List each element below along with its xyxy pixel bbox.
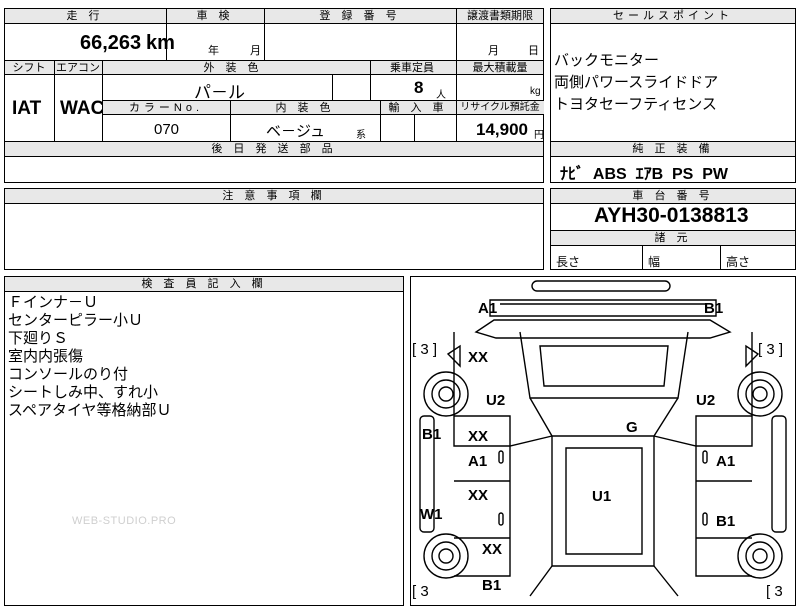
height-label: 高さ (726, 255, 751, 269)
delivery-parts-label: 後 日 発 送 部 品 (211, 143, 337, 155)
transfer-day: 日 (528, 45, 539, 57)
ac-label: エアコン (56, 62, 100, 74)
capacity-label: 乗車定員 (390, 62, 434, 74)
exterior-color-label: 外 装 色 (203, 62, 263, 74)
chassis-header: 車 台 番 号 (550, 188, 796, 204)
count-bracket: [ 3 ] (412, 341, 438, 358)
shift-value: IAT (12, 98, 42, 119)
genuine-equipment-value: ﾅﾋﾞ ABS ｴｱB PS PW (560, 166, 729, 183)
inspector-note: コンソールのり付 (8, 366, 129, 383)
shift-label: シフト (12, 62, 46, 74)
sales-points-list: バックモニター 両側パワースライドドア トヨタセーフティセンス (554, 50, 794, 116)
length-label: 長さ (556, 255, 581, 269)
damage-mark: B1 (482, 577, 502, 594)
damage-mark: A1 (716, 453, 736, 470)
capacity-unit: 人 (436, 90, 446, 101)
inspector-header: 検 査 員 記 入 欄 (4, 276, 404, 292)
capacity-value: 8 (414, 78, 424, 97)
sales-point-item: 両側パワースライドドア (554, 74, 719, 91)
inspector-note: スペアタイヤ等格納部Ｕ (8, 402, 172, 419)
damage-mark: XX (468, 349, 489, 366)
width-label: 幅 (648, 255, 661, 269)
count-bracket: [ 3 (412, 583, 429, 600)
inspector-note: 下廻りＳ (8, 330, 69, 347)
recycle-value: 14,900 (476, 120, 528, 139)
delivery-parts-body (4, 156, 544, 183)
max-load-unit: kg (530, 86, 541, 97)
damage-mark: B1 (704, 300, 724, 317)
damage-mark: W1 (420, 506, 443, 523)
ac-value: WAC (60, 98, 105, 119)
max-load-label: 最大積載量 (472, 62, 528, 74)
inspector-note: 室内内張傷 (8, 348, 84, 365)
inspector-note: センターピラー小Ｕ (8, 312, 144, 329)
inspector-note: Ｆインナ－Ｕ (8, 294, 99, 311)
genuine-equipment-header: 純 正 装 備 (550, 141, 796, 157)
mileage-unit: km (146, 32, 175, 54)
count-bracket: [ 3 ] (758, 341, 784, 358)
mileage-value: 66,263 (80, 32, 142, 54)
sales-points-header: セールスポイント (550, 8, 796, 24)
watermark: WEB-STUDIO.PRO (72, 515, 177, 527)
sales-point-item: バックモニター (554, 52, 660, 69)
inspection-year: 年 (208, 45, 219, 57)
color-no-value: 070 (154, 121, 180, 138)
sales-point-item: トヨタセーフティセンス (554, 96, 717, 113)
damage-mark: B1 (716, 513, 736, 530)
damage-mark: XX (482, 541, 503, 558)
damage-mark: A1 (478, 300, 498, 317)
damage-mark: U2 (486, 392, 506, 409)
transfer-month: 月 (488, 45, 499, 57)
damage-mark: G (626, 419, 638, 436)
dims-header: 諸 元 (550, 230, 796, 246)
import-label: 輸 入 車 (388, 102, 448, 114)
inspection-month: 月 (250, 45, 261, 57)
interior-color-label: 内 装 色 (275, 102, 335, 114)
inspector-notes: Ｆインナ－Ｕ センターピラー小Ｕ 下廻りＳ 室内内張傷 コンソールのり付 シート… (8, 294, 398, 420)
chassis-number: AYH30-0138813 (594, 204, 749, 227)
color-no-label: カラーNo. (128, 102, 204, 114)
damage-mark: XX (468, 487, 489, 504)
vehicle-info-table: 走 行 車 検 登 録 番 号 譲渡書類期限 66,263 km 年 月 月 日… (4, 8, 544, 183)
transfer-label: 譲渡書類期限 (467, 10, 533, 22)
registration-label: 登 録 番 号 (319, 10, 401, 22)
recycle-unit: 円 (534, 130, 544, 141)
recycle-label: リサイクル預託金 (460, 102, 540, 113)
interior-color-value: ベ－ジュ (266, 123, 325, 140)
count-bracket: [ 3 (766, 583, 783, 600)
mileage-label: 走 行 (66, 10, 104, 22)
inspection-label: 車 検 (196, 10, 234, 22)
interior-color-suffix: 系 (356, 130, 366, 141)
damage-mark: XX (468, 428, 489, 445)
damage-mark: U1 (592, 488, 612, 505)
damage-mark: A1 (468, 453, 488, 470)
damage-mark: B1 (422, 426, 442, 443)
caution-header: 注 意 事 項 欄 (4, 188, 544, 204)
damage-mark: U2 (696, 392, 716, 409)
inspector-note: シートしみ中、すれ小 (8, 384, 159, 401)
